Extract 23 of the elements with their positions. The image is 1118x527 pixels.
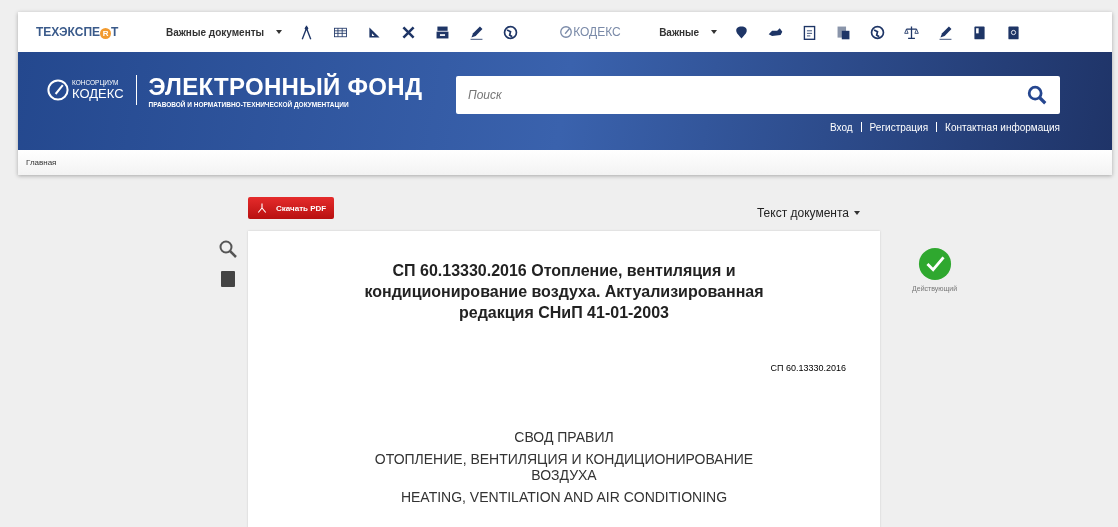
document-code: СП 60.13330.2016 <box>769 363 846 374</box>
download-pdf-button[interactable]: Скачать PDF <box>248 197 335 219</box>
header-link[interactable]: Контактная информация <box>945 121 1060 133</box>
view-dropdown[interactable]: Текст документа <box>756 206 860 220</box>
globe-icon[interactable] <box>869 23 887 41</box>
notebook-icon[interactable] <box>218 269 238 289</box>
search-icon[interactable] <box>218 239 238 259</box>
search-field[interactable]: Поиск <box>456 75 1060 114</box>
site-title: ЭЛЕКТРОННЫЙ ФОНД <box>148 72 423 100</box>
important-dropdown[interactable]: Важные <box>659 26 718 38</box>
brand-logo[interactable]: ТЕХЭКСПЕ R Т <box>36 25 156 39</box>
globe-icon[interactable] <box>502 23 520 41</box>
document-heading: ОТОПЛЕНИЕ, ВЕНТИЛЯЦИЯ И КОНДИЦИОНИРОВАНИЕ ВОЗДУХА <box>373 451 755 484</box>
breadcrumb-link[interactable]: Главная <box>26 158 57 167</box>
documents-dropdown[interactable]: Важные документы <box>166 26 283 38</box>
document-heading: СВОД ПРАВИЛ <box>513 429 615 446</box>
document-heading: HEATING, VENTILATION AND AIR CONDITIONING <box>399 489 729 506</box>
brand-logo[interactable]: КОДЕКС <box>559 25 650 39</box>
header-link[interactable]: Регистрация <box>869 121 929 133</box>
document-title: СП 60.13330.2016 Отопление, вентиляция и кондиционирование воздуха. Актуализированная редакция СНиП 41-01-2003 <box>363 261 765 323</box>
header-link[interactable]: Вход <box>830 121 853 133</box>
search-icon[interactable] <box>1026 83 1048 106</box>
check-icon <box>917 247 952 281</box>
